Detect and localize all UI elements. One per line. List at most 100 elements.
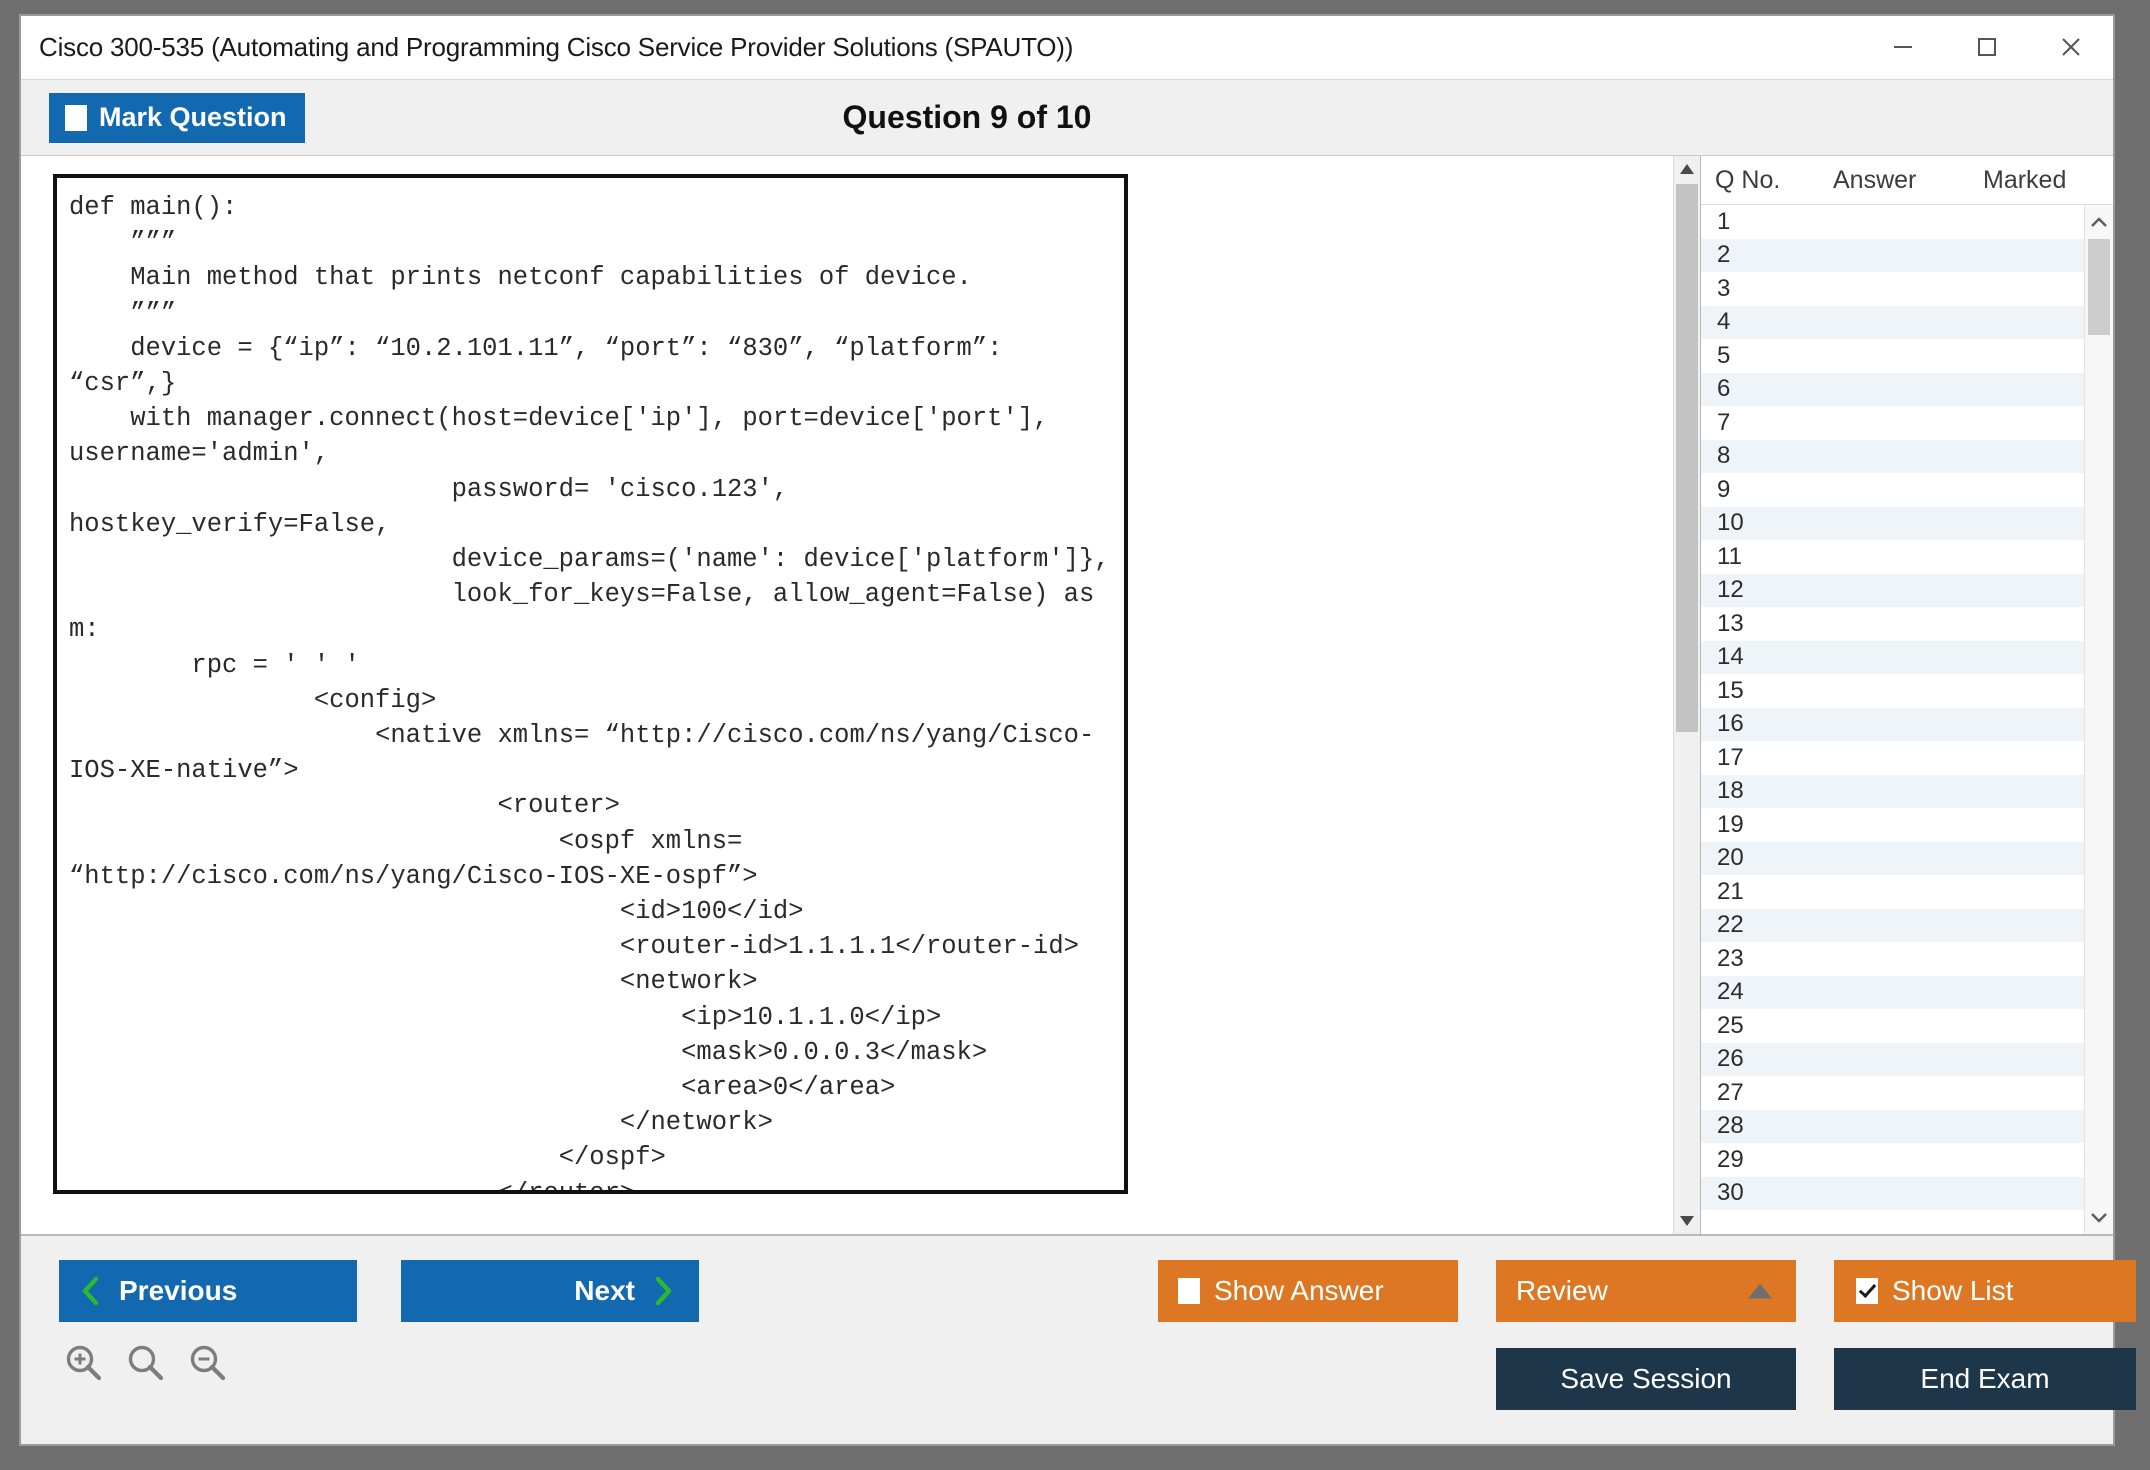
scrollbar-thumb[interactable] bbox=[1676, 184, 1698, 732]
cell-q-no: 10 bbox=[1717, 509, 1744, 537]
exam-window: Cisco 300-535 (Automating and Programmin… bbox=[19, 14, 2136, 1446]
table-row[interactable]: 8 bbox=[1701, 439, 2084, 473]
next-label: Next bbox=[574, 1275, 635, 1306]
list-scroll-up-icon[interactable] bbox=[2085, 207, 2113, 237]
zoom-in-icon[interactable] bbox=[63, 1342, 105, 1384]
mark-question-button[interactable]: Mark Question bbox=[49, 92, 305, 143]
cell-q-no: 26 bbox=[1717, 1045, 1744, 1073]
table-row[interactable]: 2 bbox=[1701, 238, 2084, 272]
scroll-down-icon[interactable] bbox=[1674, 1208, 1700, 1234]
question-pane-scrollbar[interactable] bbox=[1673, 156, 1700, 1234]
triangle-up-icon bbox=[1748, 1283, 1772, 1299]
cell-q-no: 2 bbox=[1717, 241, 1731, 269]
show-list-checkbox-icon[interactable] bbox=[1856, 1278, 1878, 1304]
table-row[interactable]: 1 bbox=[1701, 205, 2084, 239]
table-row[interactable]: 20 bbox=[1701, 841, 2084, 875]
table-row[interactable]: 28 bbox=[1701, 1109, 2084, 1143]
window-title: Cisco 300-535 (Automating and Programmin… bbox=[39, 31, 1074, 62]
show-answer-button[interactable]: Show Answer bbox=[1158, 1260, 1458, 1322]
page-title: Question 9 of 10 bbox=[842, 99, 1092, 135]
cell-q-no: 22 bbox=[1717, 911, 1744, 939]
zoom-out-icon[interactable] bbox=[187, 1342, 229, 1384]
table-row[interactable]: 18 bbox=[1701, 774, 2084, 808]
save-session-button[interactable]: Save Session bbox=[1496, 1348, 1796, 1410]
question-list-panel: Q No. Answer Marked 1 2 3 4 5 6 7 8 9 10 11 12 13 14 1… bbox=[1700, 156, 2113, 1234]
cell-q-no: 21 bbox=[1717, 877, 1744, 905]
question-pane: def main(): ””” Main method that prints … bbox=[21, 156, 1673, 1234]
question-list-body: 1 2 3 4 5 6 7 8 9 10 11 12 13 14 15 16 17 18 19 20 21 22 23 24 2… bbox=[1701, 205, 2113, 1234]
list-scrollbar-thumb[interactable] bbox=[2088, 239, 2110, 335]
cell-q-no: 18 bbox=[1717, 777, 1744, 805]
cell-q-no: 23 bbox=[1717, 944, 1744, 972]
previous-button[interactable]: Previous bbox=[59, 1260, 357, 1322]
show-answer-checkbox-icon[interactable] bbox=[1178, 1278, 1200, 1304]
table-row[interactable]: 23 bbox=[1701, 942, 2084, 976]
table-row[interactable]: 6 bbox=[1701, 372, 2084, 406]
question-list-header: Q No. Answer Marked bbox=[1701, 156, 2113, 205]
table-row[interactable]: 27 bbox=[1701, 1076, 2084, 1110]
table-row[interactable]: 29 bbox=[1701, 1143, 2084, 1177]
table-row[interactable]: 7 bbox=[1701, 406, 2084, 440]
cell-q-no: 27 bbox=[1717, 1078, 1744, 1106]
close-icon[interactable] bbox=[2029, 16, 2113, 78]
cell-q-no: 4 bbox=[1717, 308, 1731, 336]
column-header-marked: Marked bbox=[1983, 165, 2067, 194]
next-button[interactable]: Next bbox=[401, 1260, 699, 1322]
table-row[interactable]: 25 bbox=[1701, 1009, 2084, 1043]
table-row[interactable]: 30 bbox=[1701, 1176, 2084, 1210]
window-controls bbox=[1861, 16, 2113, 78]
show-list-button[interactable]: Show List bbox=[1834, 1260, 2136, 1322]
list-scroll-down-icon[interactable] bbox=[2085, 1202, 2113, 1232]
chevron-left-icon bbox=[81, 1276, 101, 1306]
maximize-icon[interactable] bbox=[1945, 16, 2029, 78]
show-answer-label: Show Answer bbox=[1214, 1275, 1384, 1306]
minimize-icon[interactable] bbox=[1861, 16, 1945, 78]
table-row[interactable]: 19 bbox=[1701, 808, 2084, 842]
table-row[interactable]: 13 bbox=[1701, 607, 2084, 641]
question-code-image: def main(): ””” Main method that prints … bbox=[53, 174, 1128, 1194]
mark-question-checkbox-icon[interactable] bbox=[65, 104, 87, 131]
column-header-q-no: Q No. bbox=[1715, 165, 1781, 194]
cell-q-no: 12 bbox=[1717, 576, 1744, 604]
cell-q-no: 15 bbox=[1717, 676, 1744, 704]
window-title-bar: Cisco 300-535 (Automating and Programmin… bbox=[21, 16, 2113, 79]
question-header-bar: Mark Question Question 9 of 10 bbox=[21, 79, 2113, 155]
cell-q-no: 20 bbox=[1717, 844, 1744, 872]
mark-question-label: Mark Question bbox=[99, 102, 287, 132]
table-row[interactable]: 11 bbox=[1701, 540, 2084, 574]
save-session-label: Save Session bbox=[1560, 1363, 1732, 1394]
scroll-up-icon[interactable] bbox=[1674, 156, 1700, 182]
table-row[interactable]: 22 bbox=[1701, 908, 2084, 942]
question-code-text: def main(): ””” Main method that prints … bbox=[69, 193, 1110, 1194]
table-row[interactable]: 17 bbox=[1701, 741, 2084, 775]
review-dropdown-button[interactable]: Review bbox=[1496, 1260, 1796, 1322]
cell-q-no: 14 bbox=[1717, 643, 1744, 671]
table-row[interactable]: 14 bbox=[1701, 640, 2084, 674]
table-row[interactable]: 10 bbox=[1701, 506, 2084, 540]
cell-q-no: 1 bbox=[1717, 207, 1731, 235]
table-row[interactable]: 9 bbox=[1701, 473, 2084, 507]
zoom-toolbar bbox=[63, 1342, 229, 1384]
cell-q-no: 9 bbox=[1717, 475, 1731, 503]
table-row[interactable]: 5 bbox=[1701, 339, 2084, 373]
exam-body: def main(): ””” Main method that prints … bbox=[21, 155, 2113, 1234]
cell-q-no: 3 bbox=[1717, 274, 1731, 302]
question-list-scrollbar[interactable] bbox=[2084, 205, 2113, 1234]
table-row[interactable]: 21 bbox=[1701, 875, 2084, 909]
table-row[interactable]: 3 bbox=[1701, 272, 2084, 306]
table-row[interactable]: 12 bbox=[1701, 573, 2084, 607]
cell-q-no: 11 bbox=[1717, 542, 1742, 570]
cell-q-no: 16 bbox=[1717, 710, 1744, 738]
table-row[interactable]: 15 bbox=[1701, 674, 2084, 708]
table-row[interactable]: 16 bbox=[1701, 707, 2084, 741]
table-row[interactable]: 4 bbox=[1701, 305, 2084, 339]
column-header-answer: Answer bbox=[1833, 165, 1917, 194]
table-row[interactable]: 24 bbox=[1701, 975, 2084, 1009]
table-row[interactable]: 26 bbox=[1701, 1042, 2084, 1076]
cell-q-no: 19 bbox=[1717, 810, 1744, 838]
cell-q-no: 25 bbox=[1717, 1011, 1744, 1039]
end-exam-button[interactable]: End Exam bbox=[1834, 1348, 2136, 1410]
cell-q-no: 24 bbox=[1717, 978, 1744, 1006]
review-label: Review bbox=[1516, 1275, 1608, 1306]
zoom-reset-icon[interactable] bbox=[125, 1342, 167, 1384]
